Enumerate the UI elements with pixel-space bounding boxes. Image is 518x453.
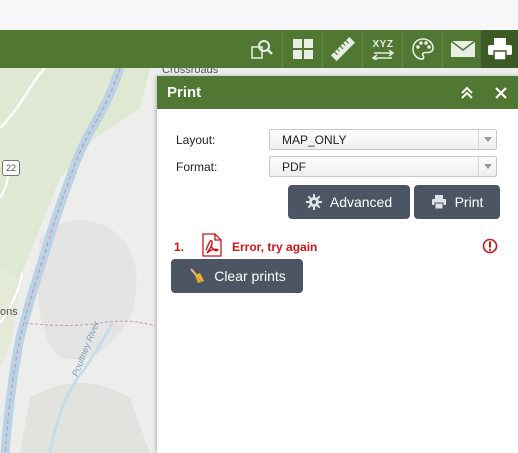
layout-select[interactable]: MAP_ONLY	[269, 129, 497, 150]
route-shield: 22	[2, 160, 20, 176]
tool-coordinate[interactable]: XYZ	[362, 30, 403, 68]
palette-icon	[412, 38, 434, 60]
error-icon	[482, 238, 498, 254]
printer-icon	[431, 195, 446, 210]
format-select[interactable]: PDF	[269, 156, 497, 177]
ruler-icon	[331, 37, 355, 61]
tool-basemap[interactable]	[282, 30, 323, 68]
broom-icon	[190, 268, 205, 283]
map-label-place-fragment: ons	[0, 306, 18, 318]
tool-share[interactable]	[442, 30, 483, 68]
gear-icon	[305, 194, 322, 210]
print-result-number: 1.	[174, 240, 185, 254]
widget-toolbar: XYZ	[0, 30, 518, 68]
format-dropdown-arrow[interactable]	[478, 157, 496, 176]
print-result-item[interactable]: 1. Error, try again	[174, 233, 504, 260]
swap-arrows-icon	[371, 49, 395, 60]
advanced-button-label: Advanced	[329, 194, 393, 210]
format-label: Format:	[176, 160, 218, 174]
tool-draw[interactable]	[402, 30, 443, 68]
panel-header: Print	[157, 76, 518, 109]
pdf-file-icon	[202, 233, 222, 257]
layout-dropdown-arrow[interactable]	[478, 130, 496, 149]
tool-print[interactable]	[480, 30, 518, 68]
layout-select-value: MAP_ONLY	[282, 133, 347, 147]
tool-measure[interactable]	[322, 30, 363, 68]
print-error-message: Error, try again	[232, 240, 318, 254]
browser-top-strip	[0, 0, 518, 31]
print-button[interactable]: Print	[414, 185, 500, 219]
advanced-button[interactable]: Advanced	[288, 185, 410, 219]
clear-prints-label: Clear prints	[214, 268, 286, 284]
chevron-down-icon	[483, 137, 492, 142]
envelope-icon	[450, 40, 476, 57]
print-button-label: Print	[454, 194, 484, 210]
close-button[interactable]	[484, 76, 518, 109]
grid-icon	[293, 39, 313, 59]
tool-search[interactable]	[242, 30, 282, 68]
xyz-icon: XYZ	[372, 38, 394, 50]
layout-label: Layout:	[176, 133, 216, 147]
collapse-button[interactable]	[450, 76, 484, 109]
magnify-icon	[251, 40, 273, 59]
format-select-value: PDF	[282, 160, 306, 174]
print-panel: Print Layout: MAP_ONLY Format: PDF Advan…	[157, 76, 518, 453]
chevron-down-icon	[483, 164, 492, 169]
map-label-crossroads: Crossroads	[162, 68, 219, 76]
clear-prints-button[interactable]: Clear prints	[171, 259, 303, 293]
double-chevron-up-icon	[461, 86, 473, 99]
printer-icon	[488, 38, 512, 61]
close-icon	[495, 86, 507, 99]
panel-title: Print	[167, 84, 202, 101]
